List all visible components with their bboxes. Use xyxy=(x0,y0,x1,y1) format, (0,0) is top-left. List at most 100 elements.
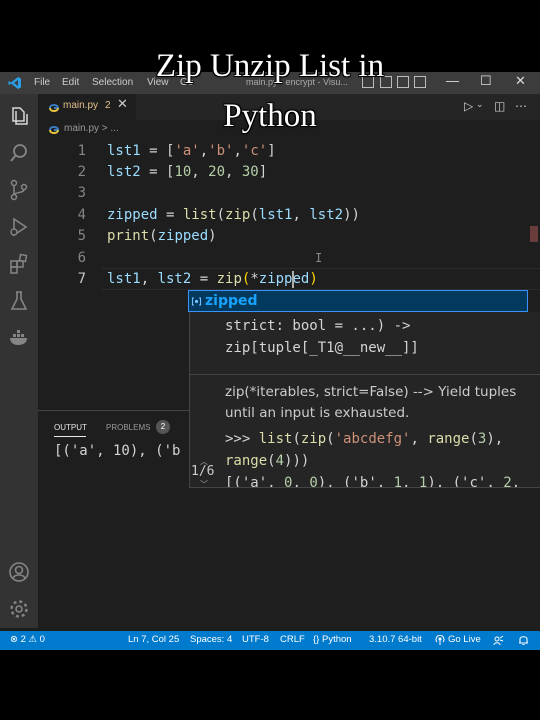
code-token: >>> xyxy=(225,431,259,447)
code-token: = [ xyxy=(140,143,175,159)
extensions-icon[interactable] xyxy=(7,252,31,276)
video-caption-line-1: Zip Unzip List in xyxy=(155,48,385,84)
code-token: , xyxy=(191,164,209,180)
code-token: zip xyxy=(225,207,251,223)
tab-output[interactable]: OUTPUT xyxy=(54,423,87,432)
vscode-window: File Edit Selection View Go main.py - en… xyxy=(0,72,540,650)
code-token: range xyxy=(427,431,470,447)
problems-count-badge: 2 xyxy=(156,420,170,434)
settings-gear-icon[interactable] xyxy=(7,597,31,621)
code-token: 1 xyxy=(393,475,403,488)
code-token: zip xyxy=(300,431,327,447)
code-token: zipped xyxy=(157,228,209,244)
code-token: , xyxy=(140,271,158,287)
scrollbar-marker[interactable] xyxy=(530,226,538,242)
text-cursor xyxy=(292,271,294,288)
output-line: [('a', 10), ('b xyxy=(54,443,181,459)
line-number: 5 xyxy=(77,228,86,244)
code-token: list xyxy=(182,207,217,223)
line-number: 6 xyxy=(77,250,86,266)
example-line: >>> list(zip('abcdefg', range(3), xyxy=(225,431,503,447)
code-line-4[interactable]: zipped = list(zip(lst1, lst2)) xyxy=(107,207,360,223)
encoding-status[interactable]: UTF-8 xyxy=(242,634,269,645)
feedback-icon[interactable] xyxy=(493,635,504,646)
notifications-bell-icon[interactable] xyxy=(518,634,529,646)
line-number: 2 xyxy=(77,164,86,180)
code-token: lst2 xyxy=(107,164,141,180)
doc-line: until an input is exhausted. xyxy=(225,405,410,421)
indentation-status[interactable]: Spaces: 4 xyxy=(190,634,232,645)
video-caption-line-2: Python xyxy=(223,98,317,134)
code-token: ] xyxy=(258,164,268,180)
code-line-1[interactable]: lst1 = ['a','b','c'] xyxy=(107,143,276,159)
code-token: , xyxy=(292,475,310,488)
code-token: 2 xyxy=(503,475,512,488)
code-token: lst1 xyxy=(107,271,141,287)
suggestion-details: strict: bool = ...) -> zip[tuple[_T1@__n… xyxy=(189,312,540,488)
doc-line: zip(*iterables, strict=False) --> Yield … xyxy=(225,384,517,400)
code-token: ( xyxy=(326,431,335,447)
code-token: , xyxy=(410,431,428,447)
run-debug-icon[interactable] xyxy=(7,215,31,239)
go-live-button[interactable]: Go Live xyxy=(448,634,481,645)
code-token: , xyxy=(199,143,209,159)
problems-status[interactable]: ⊗ 2 ⚠ 0 xyxy=(10,634,45,645)
cursor-position[interactable]: Ln 7, Col 25 xyxy=(128,634,179,645)
code-token: = [ xyxy=(140,164,175,180)
code-token: zipped xyxy=(258,271,310,287)
code-line-2[interactable]: lst2 = [10, 20, 30] xyxy=(107,164,267,180)
code-line-5[interactable]: print(zipped) xyxy=(107,228,217,244)
code-line-7[interactable]: lst1, lst2 = zip(*zipped) xyxy=(107,271,318,287)
code-token: 0 xyxy=(309,475,318,488)
code-token: ), xyxy=(486,431,504,447)
code-token: ))) xyxy=(284,453,310,469)
code-token: ( xyxy=(469,431,478,447)
line-number: 3 xyxy=(77,185,86,201)
code-token: range xyxy=(225,453,268,469)
autocomplete-suggestion[interactable]: zipped xyxy=(188,290,528,312)
code-token: , xyxy=(402,475,419,488)
source-control-icon[interactable] xyxy=(7,178,31,202)
testing-icon[interactable] xyxy=(7,289,31,313)
activity-bar xyxy=(0,94,38,628)
chevron-down-icon[interactable]: ﹀ xyxy=(200,479,208,487)
line-number: 1 xyxy=(77,143,86,159)
language-mode[interactable]: {} Python xyxy=(313,634,352,645)
code-token: ] xyxy=(267,143,276,159)
code-token: = xyxy=(191,271,217,287)
code-token: 30 xyxy=(241,164,259,180)
tab-problems[interactable]: PROBLEMS xyxy=(106,423,150,432)
broadcast-icon xyxy=(435,635,445,645)
code-token: 20 xyxy=(208,164,226,180)
divider xyxy=(190,374,540,375)
code-token: = xyxy=(157,207,183,223)
python-interpreter[interactable]: 3.10.7 64-bit xyxy=(369,634,422,645)
suggestion-label: zipped xyxy=(205,293,258,309)
code-token: , xyxy=(511,475,521,488)
docker-icon[interactable] xyxy=(7,326,31,350)
code-token: ( xyxy=(216,207,226,223)
search-icon[interactable] xyxy=(7,141,31,165)
signature-line: strict: bool = ...) -> xyxy=(225,318,411,334)
code-token: 10 xyxy=(174,164,192,180)
code-token: ), ('b', xyxy=(317,475,394,488)
eol-status[interactable]: CRLF xyxy=(280,634,305,645)
example-line: [('a', 0, 0), ('b', 1, 1), ('c', 2, xyxy=(225,475,521,488)
code-token: ) xyxy=(309,271,318,287)
code-token: ( xyxy=(149,228,158,244)
status-bar: ⊗ 2 ⚠ 0 Ln 7, Col 25 Spaces: 4 UTF-8 CRL… xyxy=(0,631,540,650)
line-number: 7 xyxy=(77,271,86,287)
code-token: print xyxy=(107,228,150,244)
code-token: lst2 xyxy=(157,271,192,287)
code-token: zipped xyxy=(107,207,158,223)
code-token: [('a', xyxy=(225,475,285,488)
variable-icon xyxy=(191,297,202,306)
code-token: ( xyxy=(292,431,301,447)
code-token: lst2 xyxy=(309,207,344,223)
example-line: range(4))) xyxy=(225,453,309,469)
account-icon[interactable] xyxy=(7,560,31,584)
active-tab-underline xyxy=(54,436,86,437)
code-token: list xyxy=(258,431,293,447)
code-token: * xyxy=(250,271,259,287)
mouse-ibeam-icon: I xyxy=(315,251,323,265)
